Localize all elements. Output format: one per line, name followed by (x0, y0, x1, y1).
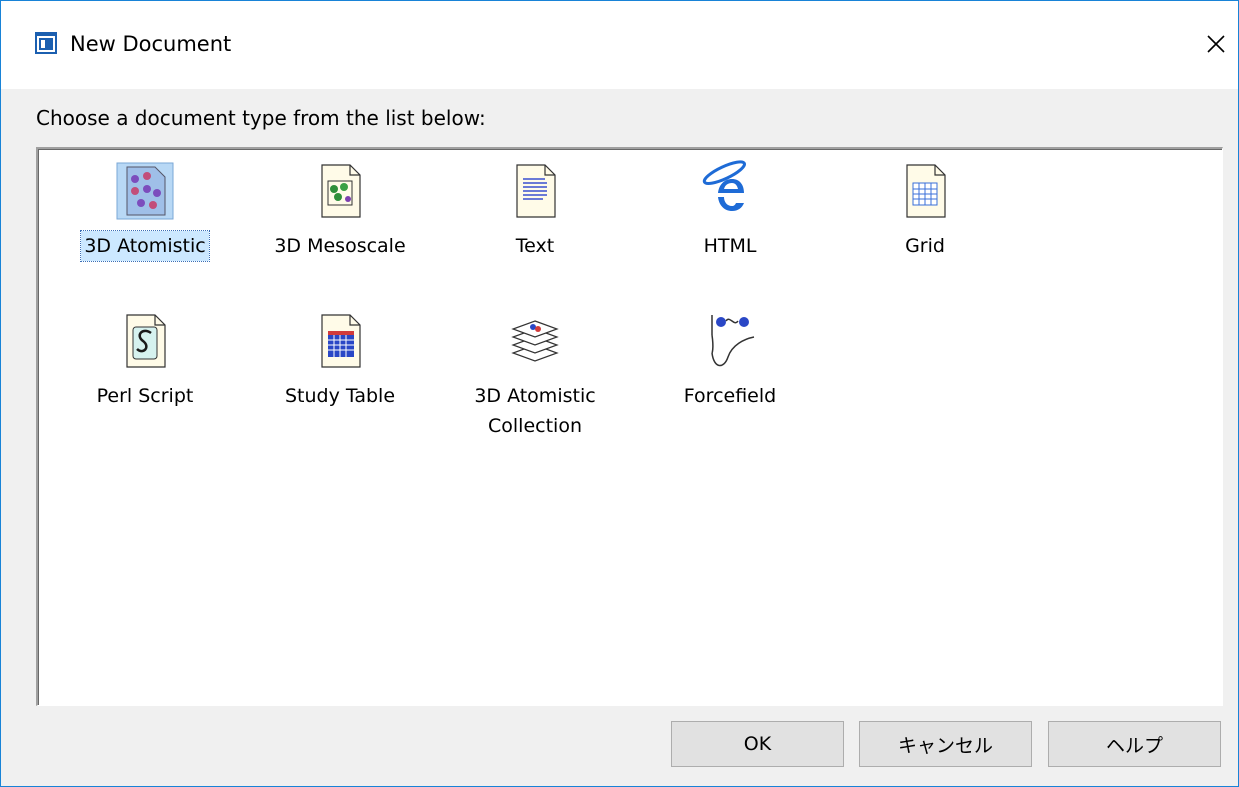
ok-button[interactable]: OK (671, 721, 844, 767)
list-item-3d-mesoscale[interactable]: 3D Mesoscale (245, 159, 435, 261)
atomistic-collection-icon (511, 320, 559, 362)
help-button[interactable]: ヘルプ (1048, 721, 1221, 767)
app-icon (35, 32, 57, 54)
title-bar[interactable]: New Document (1, 1, 1238, 89)
text-doc-icon (516, 164, 556, 218)
perl-script-icon (126, 314, 166, 368)
atomistic-doc-icon (116, 162, 174, 220)
item-label: Text (515, 235, 555, 257)
item-label: HTML (703, 235, 757, 257)
item-label: 3D Atomistic Collection (474, 385, 596, 437)
mesoscale-doc-icon (321, 164, 361, 218)
html-icon (702, 160, 746, 211)
new-document-dialog: New Document Choose a document type from… (0, 0, 1239, 787)
list-item-html[interactable]: HTML (635, 159, 825, 261)
document-type-list[interactable]: 3D Atomistic 3D Mesoscale Text HTML Grid… (36, 147, 1223, 706)
list-item-3d-atomistic[interactable]: 3D Atomistic (50, 159, 240, 262)
item-label: 3D Mesoscale (274, 235, 406, 257)
study-table-icon (321, 314, 361, 368)
item-label: Grid (905, 235, 945, 257)
list-item-grid[interactable]: Grid (830, 159, 1020, 261)
close-icon (1207, 35, 1225, 53)
instruction-label: Choose a document type from the list bel… (36, 106, 486, 130)
window-title: New Document (70, 32, 232, 56)
list-item-text[interactable]: Text (440, 159, 630, 261)
item-label: Forcefield (683, 385, 777, 407)
list-item-study-table[interactable]: Study Table (245, 309, 435, 411)
close-button[interactable] (1194, 19, 1238, 69)
grid-doc-icon (906, 164, 946, 218)
item-label: Perl Script (96, 385, 194, 407)
list-item-forcefield[interactable]: Forcefield (635, 309, 825, 411)
list-item-3d-atomistic-collection[interactable]: 3D Atomistic Collection (440, 309, 630, 441)
list-item-perl-script[interactable]: Perl Script (50, 309, 240, 411)
item-label: 3D Atomistic (80, 230, 210, 262)
cancel-button[interactable]: キャンセル (859, 721, 1032, 767)
forcefield-icon (711, 315, 755, 367)
item-label: Study Table (284, 385, 396, 407)
